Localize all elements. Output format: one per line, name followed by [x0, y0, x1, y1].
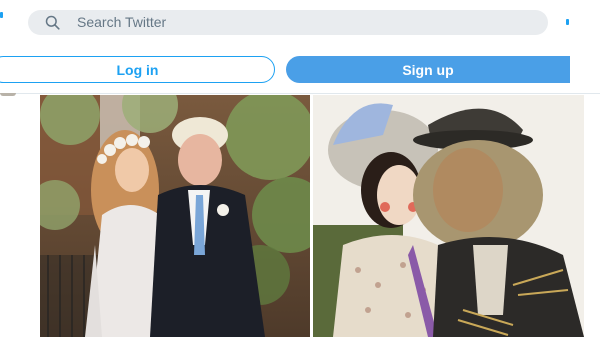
twitter-page: Search Twitter Log in Sign up [0, 0, 600, 337]
header-divider [0, 93, 600, 94]
avatar[interactable] [0, 93, 16, 96]
worzel-gummidge-photo[interactable] [313, 95, 584, 337]
signup-button[interactable]: Sign up [286, 56, 570, 83]
wedding-photo[interactable] [40, 95, 310, 337]
search-bar[interactable]: Search Twitter [28, 10, 548, 35]
settings-icon-fragment[interactable] [566, 19, 569, 25]
twitter-logo-fragment[interactable] [0, 12, 3, 18]
search-input[interactable]: Search Twitter [77, 15, 166, 30]
login-button[interactable]: Log in [0, 56, 275, 83]
search-icon [45, 15, 60, 30]
